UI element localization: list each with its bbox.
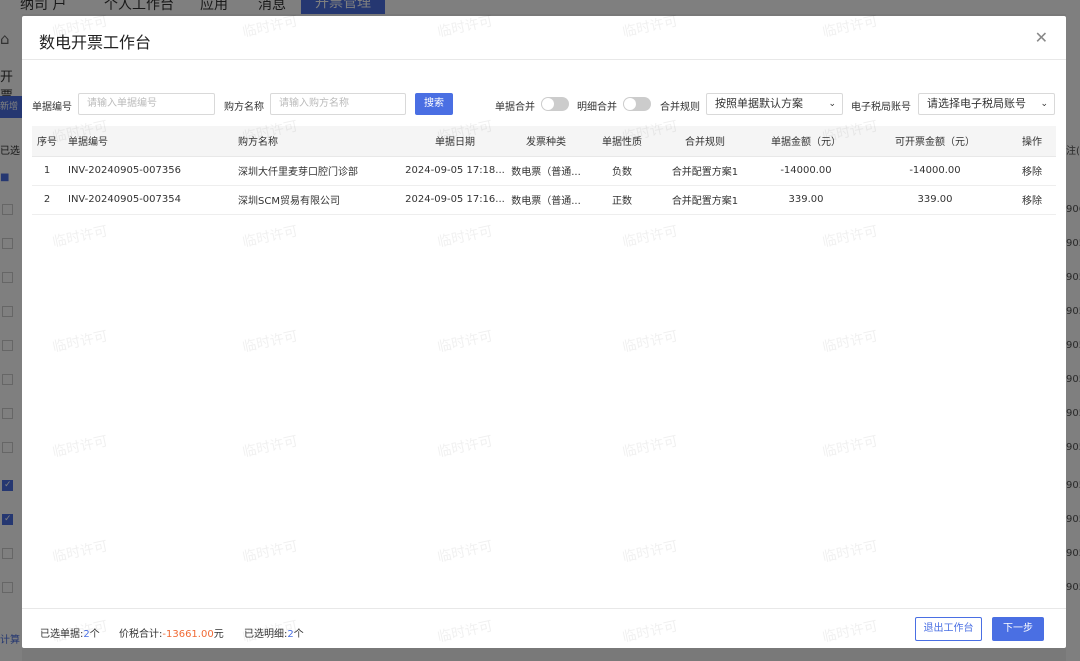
watermark-text: 临时许可 [241, 538, 300, 566]
cell-rule: 合并配置方案1 [660, 156, 750, 186]
selected-bills-summary: 已选单据:2个 [40, 625, 100, 640]
col-header: 购方名称 [232, 126, 402, 157]
watermark-text: 临时许可 [436, 328, 495, 356]
tax-account-value: 请选择电子税局账号 [927, 97, 1026, 110]
selected-details-summary: 已选明细:2个 [244, 625, 304, 640]
watermark-text: 临时许可 [436, 223, 495, 251]
exit-workbench-button[interactable]: 退出工作台 [915, 617, 982, 641]
modal-header: 数电开票工作台 ✕ [22, 16, 1066, 60]
bill-merge-toggle[interactable] [541, 97, 569, 111]
col-header: 序号 [32, 126, 62, 157]
watermark-text: 临时许可 [241, 223, 300, 251]
unit: 个 [89, 629, 100, 640]
merge-rule-select[interactable]: 按照单据默认方案 ⌄ [706, 93, 843, 115]
col-header: 单据金额（元） [750, 126, 862, 157]
bill-no-label: 单据编号 [32, 102, 72, 113]
watermark-text: 临时许可 [241, 328, 300, 356]
tax-account-label: 电子税局账号 [851, 102, 911, 113]
detail-merge-label: 明细合并 [577, 102, 617, 113]
watermark-text: 临时许可 [436, 538, 495, 566]
bill-no-link[interactable]: INV-20240905-007356 [62, 156, 232, 186]
cell-seq: 1 [32, 156, 62, 186]
cell-nature: 正数 [584, 185, 660, 215]
cell-invoiceable: -14000.00 [862, 156, 1008, 186]
filter-bar: 单据编号 请输入单据编号 购方名称 请输入购方名称 搜索 单据合并 明细合并 合… [22, 92, 1066, 116]
detail-merge-toggle[interactable] [623, 97, 651, 111]
col-header: 发票种类 [508, 126, 584, 157]
watermark-text: 临时许可 [621, 223, 680, 251]
total-label: 价税合计: [119, 629, 163, 640]
cell-amount: 339.00 [750, 185, 862, 215]
cell-type: 数电票（普通... [508, 185, 584, 215]
watermark-text: 临时许可 [821, 328, 880, 356]
watermark-text: 临时许可 [621, 328, 680, 356]
merge-rule-value: 按照单据默认方案 [715, 97, 803, 110]
remove-link[interactable]: 移除 [1008, 185, 1056, 215]
modal-footer: 已选单据:2个 价税合计:-13661.00元 已选明细:2个 退出工作台 下一… [22, 608, 1066, 648]
cell-seq: 2 [32, 185, 62, 215]
merge-rule-label: 合并规则 [660, 102, 700, 113]
cell-date: 2024-09-05 17:16... [402, 185, 508, 215]
watermark-text: 临时许可 [821, 433, 880, 461]
unit: 个 [293, 629, 304, 640]
search-button[interactable]: 搜索 [415, 93, 453, 115]
modal-title: 数电开票工作台 [39, 33, 152, 52]
buyer-input[interactable]: 请输入购方名称 [270, 93, 406, 115]
bill-no-link[interactable]: INV-20240905-007354 [62, 185, 232, 215]
cell-buyer: 深圳SCM贸易有限公司 [232, 185, 402, 215]
watermark-text: 临时许可 [821, 223, 880, 251]
selected-details-label: 已选明细: [244, 629, 288, 640]
chevron-down-icon: ⌄ [828, 99, 836, 109]
remove-link[interactable]: 移除 [1008, 156, 1056, 186]
watermark-text: 临时许可 [51, 328, 110, 356]
buyer-label: 购方名称 [224, 102, 264, 113]
watermark-text: 临时许可 [241, 433, 300, 461]
total-value: -13661.00 [162, 629, 214, 640]
col-header: 操作 [1008, 126, 1056, 157]
watermark-text: 临时许可 [436, 433, 495, 461]
total-summary: 价税合计:-13661.00元 [119, 625, 224, 640]
watermark-text: 临时许可 [51, 433, 110, 461]
watermark-text: 临时许可 [51, 223, 110, 251]
table-header: 序号 单据编号 购方名称 单据日期 发票种类 单据性质 合并规则 单据金额（元）… [32, 126, 1056, 157]
cell-amount: -14000.00 [750, 156, 862, 186]
bill-table: 序号 单据编号 购方名称 单据日期 发票种类 单据性质 合并规则 单据金额（元）… [32, 126, 1056, 215]
total-unit: 元 [213, 629, 224, 640]
col-header: 单据日期 [402, 126, 508, 157]
col-header: 单据编号 [62, 126, 232, 157]
cell-date: 2024-09-05 17:18... [402, 156, 508, 186]
col-header: 可开票金额（元） [862, 126, 1008, 157]
cell-nature: 负数 [584, 156, 660, 186]
next-step-button[interactable]: 下一步 [992, 617, 1044, 641]
selected-bills-label: 已选单据: [40, 629, 84, 640]
col-header: 合并规则 [660, 126, 750, 157]
watermark-text: 临时许可 [821, 538, 880, 566]
watermark-text: 临时许可 [621, 538, 680, 566]
table-row: 1 INV-20240905-007356 深圳大仟里麦芽口腔门诊部 2024-… [32, 156, 1056, 186]
bill-no-input[interactable]: 请输入单据编号 [78, 93, 215, 115]
col-header: 单据性质 [584, 126, 660, 157]
table-row: 2 INV-20240905-007354 深圳SCM贸易有限公司 2024-0… [32, 185, 1056, 215]
cell-type: 数电票（普通... [508, 156, 584, 186]
tax-account-select[interactable]: 请选择电子税局账号 ⌄ [918, 93, 1055, 115]
watermark-text: 临时许可 [621, 433, 680, 461]
watermark-text: 临时许可 [51, 538, 110, 566]
chevron-down-icon: ⌄ [1038, 94, 1048, 114]
close-icon[interactable]: ✕ [1035, 28, 1048, 47]
cell-invoiceable: 339.00 [862, 185, 1008, 215]
cell-buyer: 深圳大仟里麦芽口腔门诊部 [232, 156, 402, 186]
bill-merge-label: 单据合并 [495, 102, 535, 113]
cell-rule: 合并配置方案1 [660, 185, 750, 215]
workbench-modal: 数电开票工作台 ✕ 单据编号 请输入单据编号 购方名称 请输入购方名称 搜索 单… [22, 13, 1066, 648]
